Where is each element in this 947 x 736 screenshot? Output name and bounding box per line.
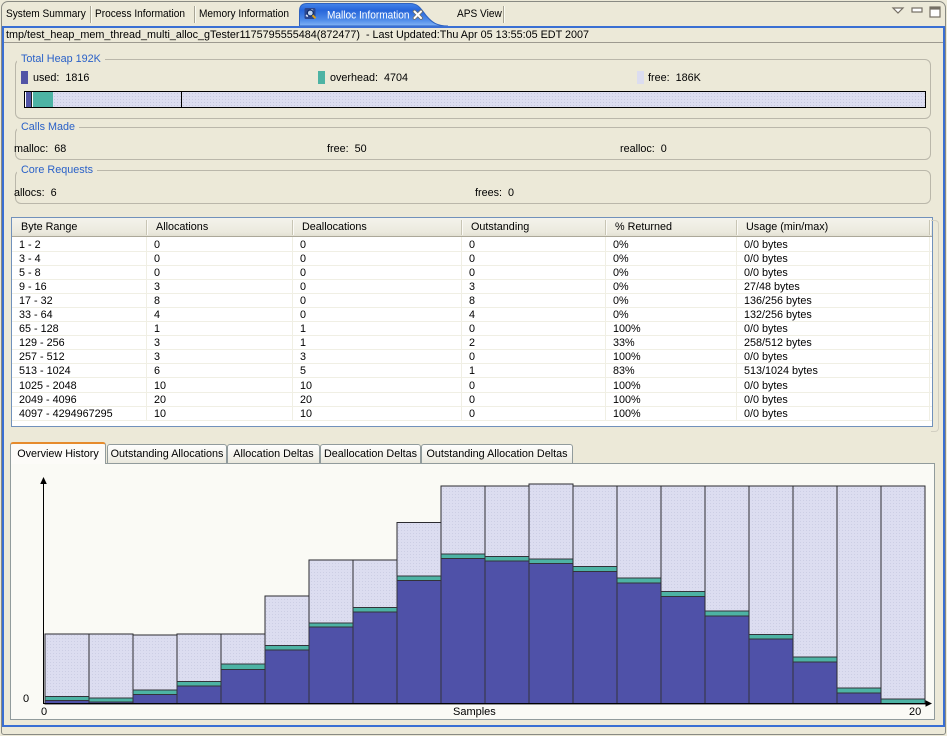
svg-text:Samples: Samples	[453, 706, 496, 718]
svg-text:0: 0	[41, 706, 47, 718]
svg-text:Malloc Information: Malloc Information	[327, 9, 410, 21]
svg-text:20: 20	[909, 706, 921, 718]
svg-text:0: 0	[23, 693, 29, 705]
